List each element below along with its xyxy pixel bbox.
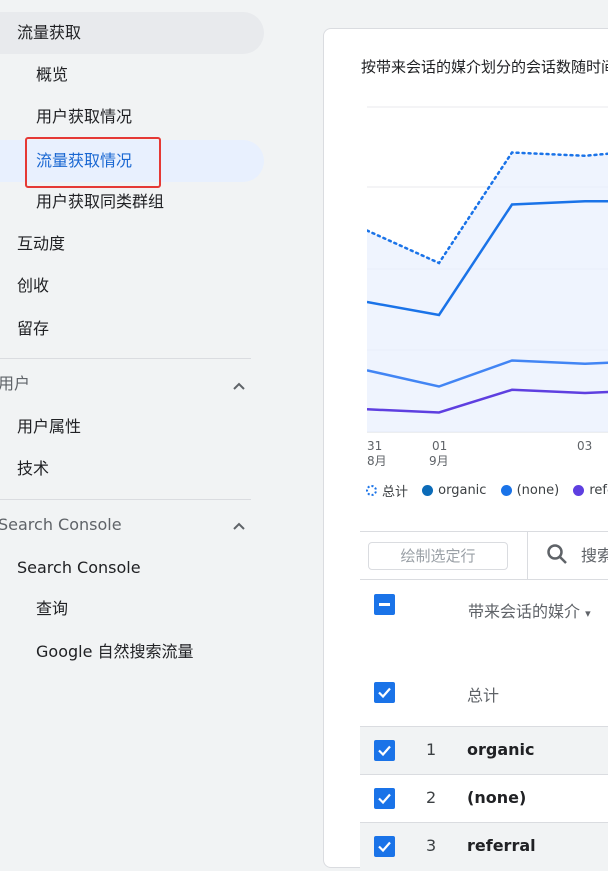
nav-section-users[interactable]: 用户 — [0, 364, 30, 404]
nav-monetization[interactable]: 创收 — [17, 265, 49, 307]
nav-user-attributes[interactable]: 用户属性 — [17, 406, 81, 448]
row-divider — [360, 774, 608, 775]
row-checkbox[interactable] — [374, 788, 395, 809]
legend-none[interactable]: (none) — [500, 483, 559, 498]
legend-swatch — [366, 485, 377, 496]
row-dimension: (none) — [467, 788, 527, 807]
nav-divider — [0, 499, 251, 500]
chart-title: 按带来会话的媒介划分的会话数随时间变化的趋势 — [361, 58, 608, 76]
x-tick-month: 9月 — [429, 454, 449, 468]
nav-user-acquisition[interactable]: 用户获取情况 — [36, 96, 132, 138]
dropdown-arrow-icon: ▾ — [585, 607, 591, 620]
nav-organic-search-traffic[interactable]: Google 自然搜索流量 — [36, 631, 194, 673]
row-rank: 3 — [426, 836, 437, 855]
chevron-up-icon[interactable] — [232, 519, 246, 533]
x-tick-month: 8月 — [367, 454, 387, 468]
nav-queries[interactable]: 查询 — [36, 588, 68, 630]
chevron-up-icon[interactable] — [232, 379, 246, 393]
row-rank: 2 — [426, 788, 437, 807]
search-icon[interactable] — [546, 543, 568, 565]
x-tick-day: 01 — [432, 439, 447, 453]
legend-referral[interactable]: referral — [573, 483, 608, 498]
nav-overview[interactable]: 概览 — [36, 54, 68, 96]
legend-swatch — [500, 485, 512, 496]
nav-engagement[interactable]: 互动度 — [17, 223, 65, 265]
chart-legend: 总计 organic (none) referral — [366, 481, 608, 503]
row-checkbox[interactable] — [374, 836, 395, 857]
legend-swatch — [422, 485, 434, 496]
row-dimension: referral — [467, 836, 536, 855]
total-area — [367, 152, 608, 432]
nav-traffic-group[interactable]: 流量获取 — [0, 12, 264, 54]
legend-swatch — [573, 485, 585, 496]
nav-section-search-console[interactable]: Search Console — [0, 505, 122, 545]
nav-divider — [0, 358, 251, 359]
toolbar-divider — [360, 531, 608, 532]
row-checkbox[interactable] — [374, 740, 395, 761]
nav-tech[interactable]: 技术 — [17, 448, 49, 490]
nav-retention[interactable]: 留存 — [17, 308, 49, 350]
row-divider — [360, 579, 608, 580]
row-dimension: organic — [467, 740, 535, 759]
x-tick-day: 31 — [367, 439, 382, 453]
search-input[interactable]: 搜索 — [581, 542, 608, 566]
line-chart: 31 8月 01 9月 03 — [367, 106, 608, 468]
plot-rows-button[interactable]: 绘制选定行 — [368, 542, 508, 570]
legend-organic[interactable]: organic — [422, 483, 486, 498]
toolbar-separator — [527, 531, 528, 579]
row-checkbox[interactable] — [374, 682, 395, 703]
x-tick-day: 03 — [577, 439, 592, 453]
row-rank: 1 — [426, 740, 437, 759]
nav-search-console[interactable]: Search Console — [17, 547, 141, 589]
left-nav: 流量获取 概览 用户获取情况 流量获取情况 用户获取同类群组 互动度 创收 留存… — [0, 0, 264, 858]
total-row-label: 总计 — [467, 686, 500, 705]
dimension-column-header[interactable]: 带来会话的媒介 ▾ — [468, 598, 591, 622]
select-all-checkbox[interactable] — [374, 594, 395, 615]
legend-total[interactable]: 总计 — [366, 481, 408, 500]
nav-user-cohort[interactable]: 用户获取同类群组 — [36, 181, 164, 223]
